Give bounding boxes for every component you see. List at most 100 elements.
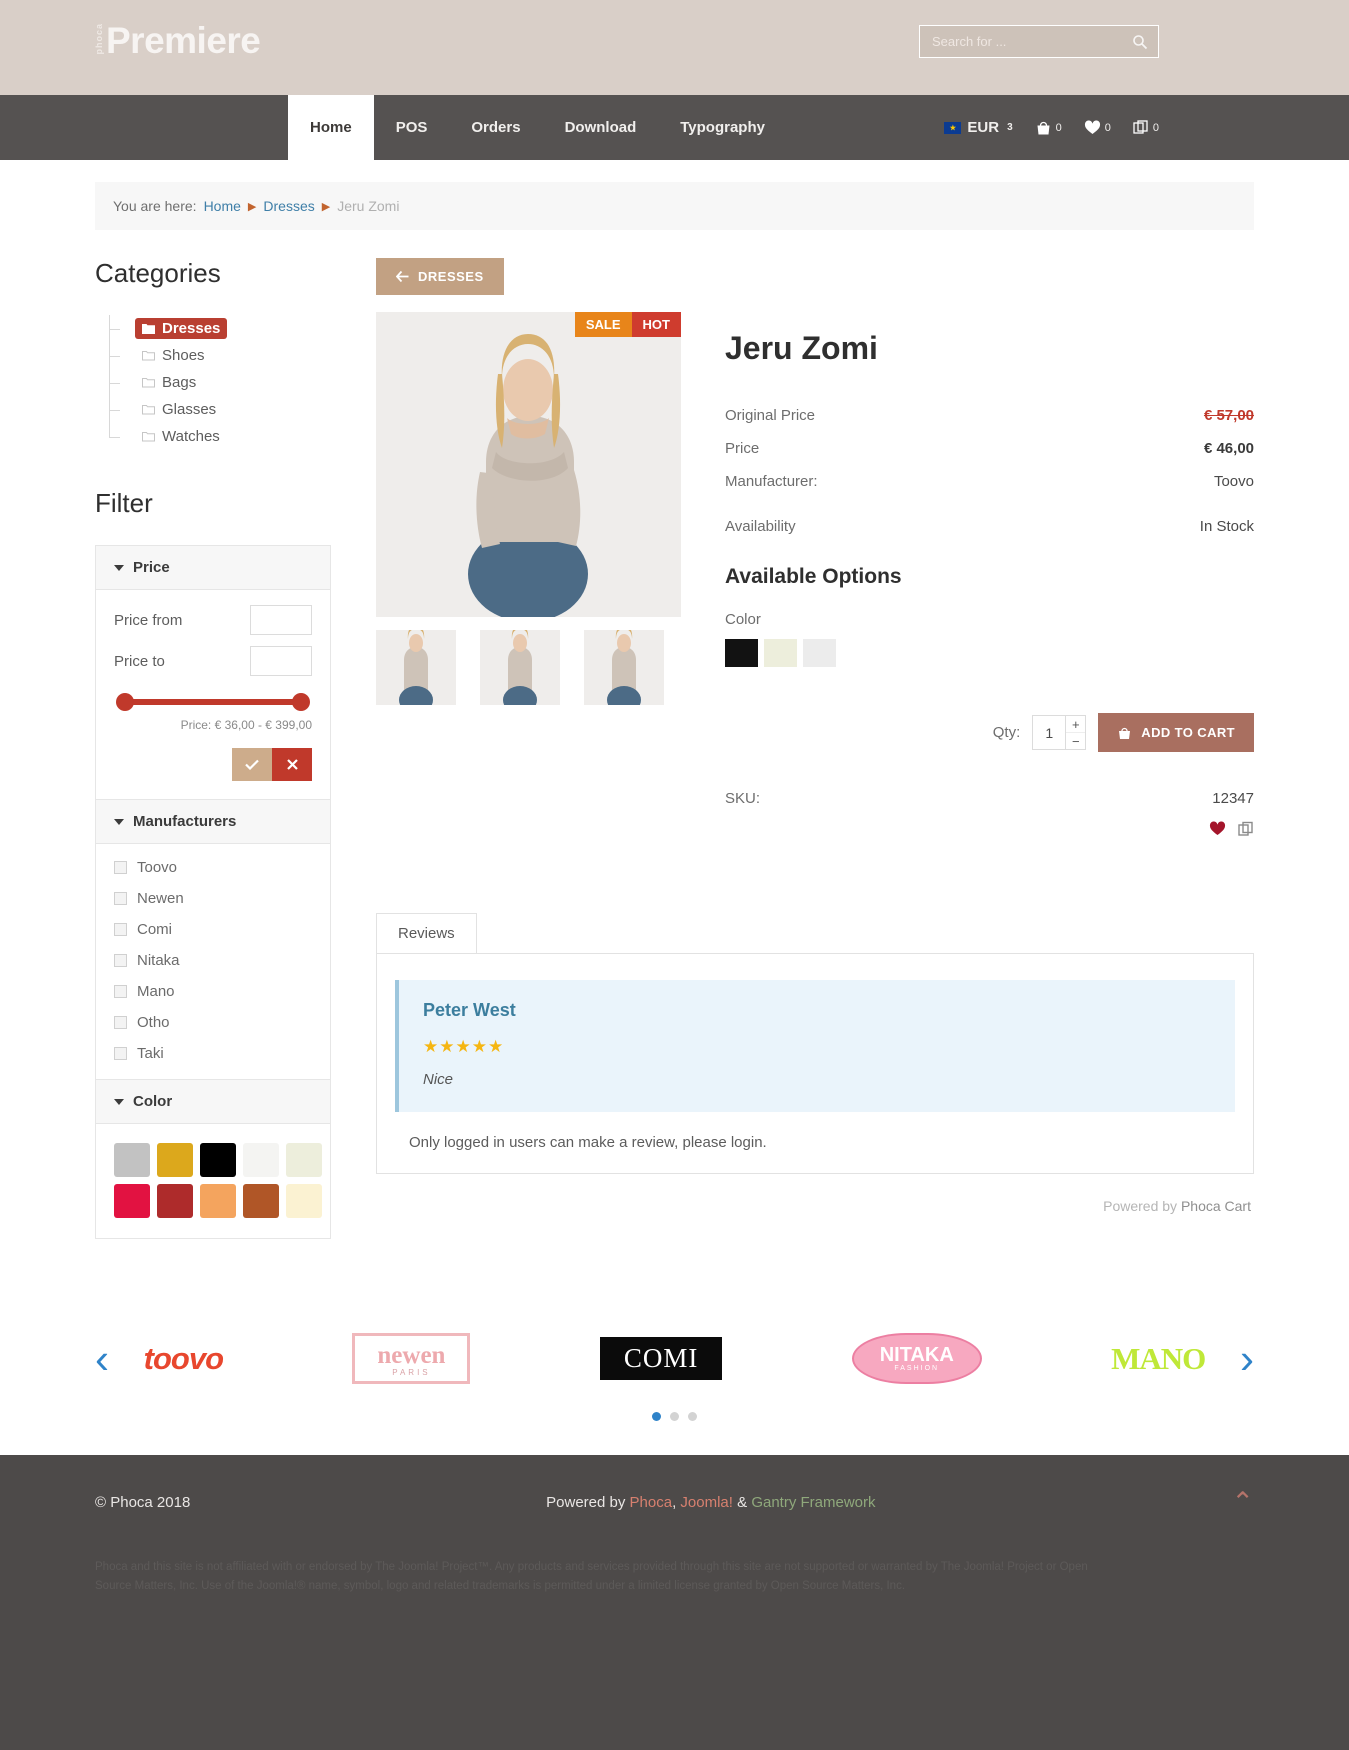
currency-label: EUR [967, 119, 1000, 136]
color-swatch[interactable] [200, 1184, 236, 1218]
manufacturer-item[interactable]: Otho [96, 1007, 330, 1038]
breadcrumb-separator-icon: ▶ [247, 200, 257, 213]
footer-link-joomla[interactable]: Joomla! [680, 1494, 733, 1511]
add-to-compare-button[interactable] [1238, 821, 1254, 841]
checkbox[interactable] [114, 1047, 127, 1060]
brand-row: ‹ toovo newen PARIS COMI NITAKA FASHION … [0, 1333, 1349, 1384]
checkbox[interactable] [114, 1016, 127, 1029]
manufacturer-item[interactable]: Comi [96, 914, 330, 945]
color-swatch[interactable] [200, 1143, 236, 1177]
option-swatch[interactable] [725, 639, 758, 667]
manufacturer-item[interactable]: Mano [96, 976, 330, 1007]
spec-original-price: Original Price € 57,00 [725, 407, 1254, 424]
color-swatch[interactable] [114, 1143, 150, 1177]
color-swatch[interactable] [243, 1184, 279, 1218]
badge-sale: SALE [574, 312, 632, 337]
carousel-dot[interactable] [688, 1412, 697, 1421]
qty-decrease-button[interactable]: − [1066, 733, 1085, 749]
color-swatch[interactable] [114, 1184, 150, 1218]
manufacturers-panel-header[interactable]: Manufacturers [96, 799, 330, 844]
brand-toovo[interactable]: toovo [144, 1341, 224, 1377]
color-swatch[interactable] [286, 1184, 322, 1218]
category-item-dresses[interactable]: Dresses [109, 315, 331, 342]
nav-item-home[interactable]: Home [288, 95, 374, 160]
option-swatch[interactable] [764, 639, 797, 667]
carousel-next-button[interactable]: › [1240, 1337, 1254, 1380]
category-item-watches[interactable]: Watches [109, 423, 331, 450]
category-item-bags[interactable]: Bags [109, 369, 331, 396]
brand-mano[interactable]: MANO [1111, 1341, 1206, 1377]
brand-logos: toovo newen PARIS COMI NITAKA FASHION MA… [109, 1333, 1240, 1384]
scroll-to-top-button[interactable]: ⌃ [1231, 1489, 1254, 1516]
nav-item-typography[interactable]: Typography [658, 95, 787, 160]
price-from-input[interactable] [250, 605, 312, 635]
filter-actions [114, 748, 312, 781]
color-panel-header[interactable]: Color [96, 1079, 330, 1124]
checkbox[interactable] [114, 861, 127, 874]
badge-hot: HOT [631, 312, 681, 337]
brand-newen[interactable]: newen PARIS [352, 1333, 471, 1384]
footer-powered-label: Powered by [546, 1494, 626, 1511]
category-item-shoes[interactable]: Shoes [109, 342, 331, 369]
price-panel-title: Price [133, 559, 170, 576]
thumbnail[interactable] [480, 630, 560, 705]
color-swatch[interactable] [286, 1143, 322, 1177]
currency-selector[interactable]: EUR 3 [944, 119, 1013, 136]
price-range-slider[interactable] [116, 692, 310, 712]
option-swatch[interactable] [803, 639, 836, 667]
breadcrumb-item-home[interactable]: Home [204, 198, 241, 214]
product-main-image[interactable]: SALE HOT [376, 312, 681, 617]
breadcrumb-item-dresses[interactable]: Dresses [263, 198, 314, 214]
checkbox[interactable] [114, 892, 127, 905]
cart-button[interactable]: 0 [1035, 120, 1062, 136]
add-to-wishlist-button[interactable] [1209, 821, 1226, 841]
wishlist-button[interactable]: 0 [1084, 120, 1111, 135]
manufacturer-item[interactable]: Newen [96, 883, 330, 914]
thumbnail[interactable] [584, 630, 664, 705]
compare-button[interactable]: 0 [1133, 119, 1159, 136]
nav-item-download[interactable]: Download [543, 95, 659, 160]
price-panel-body: Price from Price to Price: € 36,00 - € 3… [96, 590, 330, 799]
carousel-dot[interactable] [652, 1412, 661, 1421]
category-item-glasses[interactable]: Glasses [109, 396, 331, 423]
tab-reviews[interactable]: Reviews [376, 913, 477, 953]
brand-comi[interactable]: COMI [599, 1337, 723, 1380]
checkbox[interactable] [114, 923, 127, 936]
thumbnail[interactable] [376, 630, 456, 705]
apply-filter-button[interactable] [232, 748, 272, 781]
back-button-label: DRESSES [418, 269, 484, 284]
price-to-input[interactable] [250, 646, 312, 676]
back-to-category-button[interactable]: DRESSES [376, 258, 504, 295]
color-swatch[interactable] [243, 1143, 279, 1177]
slider-handle-min[interactable] [116, 693, 134, 711]
nav-item-orders[interactable]: Orders [449, 95, 542, 160]
color-swatch[interactable] [157, 1184, 193, 1218]
checkbox[interactable] [114, 954, 127, 967]
quantity-stepper[interactable]: + − [1032, 715, 1087, 750]
search-icon[interactable] [1132, 34, 1148, 50]
slider-handle-max[interactable] [292, 693, 310, 711]
checkbox[interactable] [114, 985, 127, 998]
brand-nitaka[interactable]: NITAKA FASHION [851, 1333, 982, 1384]
add-to-cart-button[interactable]: ADD TO CART [1098, 713, 1254, 752]
carousel-prev-button[interactable]: ‹ [95, 1337, 109, 1380]
manufacturer-item[interactable]: Nitaka [96, 945, 330, 976]
qty-increase-button[interactable]: + [1066, 716, 1086, 733]
color-swatch[interactable] [157, 1143, 193, 1177]
search-box[interactable] [919, 25, 1159, 58]
folder-icon [142, 377, 155, 388]
site-logo[interactable]: phoca Premiere [94, 22, 261, 59]
manufacturer-item[interactable]: Toovo [96, 852, 330, 883]
footer-link-phoca[interactable]: Phoca [630, 1494, 673, 1511]
search-input[interactable] [930, 33, 1132, 50]
clear-filter-button[interactable] [272, 748, 312, 781]
qty-input[interactable] [1033, 716, 1066, 749]
product-info: Jeru Zomi Original Price € 57,00 Price €… [711, 312, 1254, 841]
footer-link-gantry[interactable]: Gantry Framework [751, 1494, 875, 1511]
manufacturer-item[interactable]: Taki [96, 1038, 330, 1069]
carousel-dot[interactable] [670, 1412, 679, 1421]
price-panel-header[interactable]: Price [96, 546, 330, 590]
breadcrumb-separator-icon: ▶ [321, 200, 331, 213]
caret-down-icon [114, 564, 124, 571]
nav-item-pos[interactable]: POS [374, 95, 450, 160]
